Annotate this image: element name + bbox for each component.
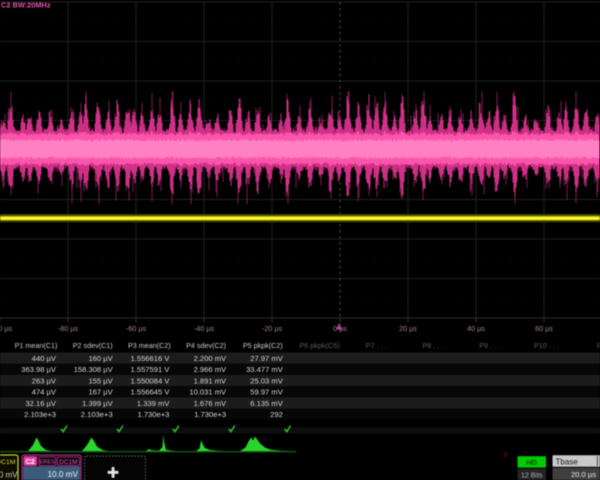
svg-text:60 µs: 60 µs (535, 324, 553, 333)
svg-text:P8 . . .: P8 . . . (423, 341, 444, 350)
svg-text:P5 pkpk(C2): P5 pkpk(C2) (243, 341, 283, 350)
svg-text:27.97 mV: 27.97 mV (250, 354, 283, 363)
svg-text:HD: HD (526, 458, 537, 467)
svg-text:155 µV: 155 µV (88, 376, 113, 385)
svg-text:1.556645 V: 1.556645 V (131, 388, 171, 397)
svg-text:-40 µs: -40 µs (194, 324, 215, 333)
svg-text:P2 sdev(C1): P2 sdev(C1) (73, 341, 113, 350)
svg-text:10.031 mV: 10.031 mV (189, 388, 227, 397)
svg-text:1.399 µV: 1.399 µV (82, 399, 113, 408)
svg-text:25.03 mV: 25.03 mV (250, 376, 283, 385)
svg-text:1.676 mV: 1.676 mV (194, 399, 227, 408)
svg-text:C2 BW:20MHz: C2 BW:20MHz (1, 1, 51, 10)
svg-text:1.339 mV: 1.339 mV (137, 399, 170, 408)
svg-text:-60 µs: -60 µs (126, 324, 147, 333)
svg-text:DC1M: DC1M (59, 459, 77, 466)
svg-text:-100 µs: -100 µs (0, 324, 12, 333)
svg-text:12 Bits: 12 Bits (521, 473, 543, 480)
svg-text:1.730e+3: 1.730e+3 (138, 410, 170, 419)
svg-text:1.556616 V: 1.556616 V (131, 354, 171, 363)
svg-text:2.103e+3: 2.103e+3 (81, 410, 113, 419)
svg-text:2.200 mV: 2.200 mV (194, 354, 227, 363)
svg-text:440 µV: 440 µV (32, 354, 57, 363)
svg-text:-20 µs: -20 µs (262, 324, 283, 333)
svg-text:C2: C2 (25, 457, 34, 466)
svg-text:1.730e+3: 1.730e+3 (194, 410, 226, 419)
svg-text:P9 . . .: P9 . . . (479, 341, 500, 350)
svg-text:P1 mean(C1): P1 mean(C1) (15, 341, 58, 350)
svg-text:0 mV: 0 mV (0, 470, 18, 479)
svg-text:1.550084 V: 1.550084 V (131, 376, 171, 385)
svg-text:40 µs: 40 µs (467, 324, 485, 333)
svg-text:P10 . . .: P10 . . . (534, 341, 559, 350)
svg-text:1.891 mV: 1.891 mV (194, 376, 227, 385)
svg-text:2.103e+3: 2.103e+3 (24, 410, 56, 419)
svg-text:0 µs: 0 µs (333, 324, 347, 333)
svg-text:10.0 mV: 10.0 mV (48, 470, 79, 479)
svg-text:20.0 µs: 20.0 µs (571, 470, 596, 479)
svg-text:32.16 µV: 32.16 µV (25, 399, 56, 408)
svg-text:Tbase: Tbase (556, 457, 579, 466)
svg-text:263 µV: 263 µV (32, 376, 57, 385)
svg-text:DC1M: DC1M (0, 459, 16, 466)
svg-text:474 µV: 474 µV (32, 388, 57, 397)
svg-text:P3 mean(C2): P3 mean(C2) (128, 341, 171, 350)
svg-text:P6 pkpk(C5): P6 pkpk(C5) (300, 341, 340, 350)
svg-text:160 µV: 160 µV (88, 354, 113, 363)
svg-text:P7 . . .: P7 . . . (366, 341, 387, 350)
svg-text:59.97 mV: 59.97 mV (250, 388, 283, 397)
svg-text:167 µV: 167 µV (88, 388, 113, 397)
svg-text:ERES: ERES (39, 460, 55, 466)
svg-text:-80 µs: -80 µs (58, 324, 79, 333)
svg-text:33.477 mV: 33.477 mV (246, 365, 284, 374)
svg-text:2.966 mV: 2.966 mV (194, 365, 227, 374)
svg-text:1.557591 V: 1.557591 V (131, 365, 171, 374)
svg-text:6.135 mV: 6.135 mV (250, 399, 283, 408)
svg-text:292: 292 (270, 410, 283, 419)
svg-text:363.98 µV: 363.98 µV (21, 365, 57, 374)
svg-text:158.308 µV: 158.308 µV (74, 365, 114, 374)
svg-text:P4 sdev(C2): P4 sdev(C2) (186, 341, 226, 350)
svg-text:20 µs: 20 µs (399, 324, 417, 333)
